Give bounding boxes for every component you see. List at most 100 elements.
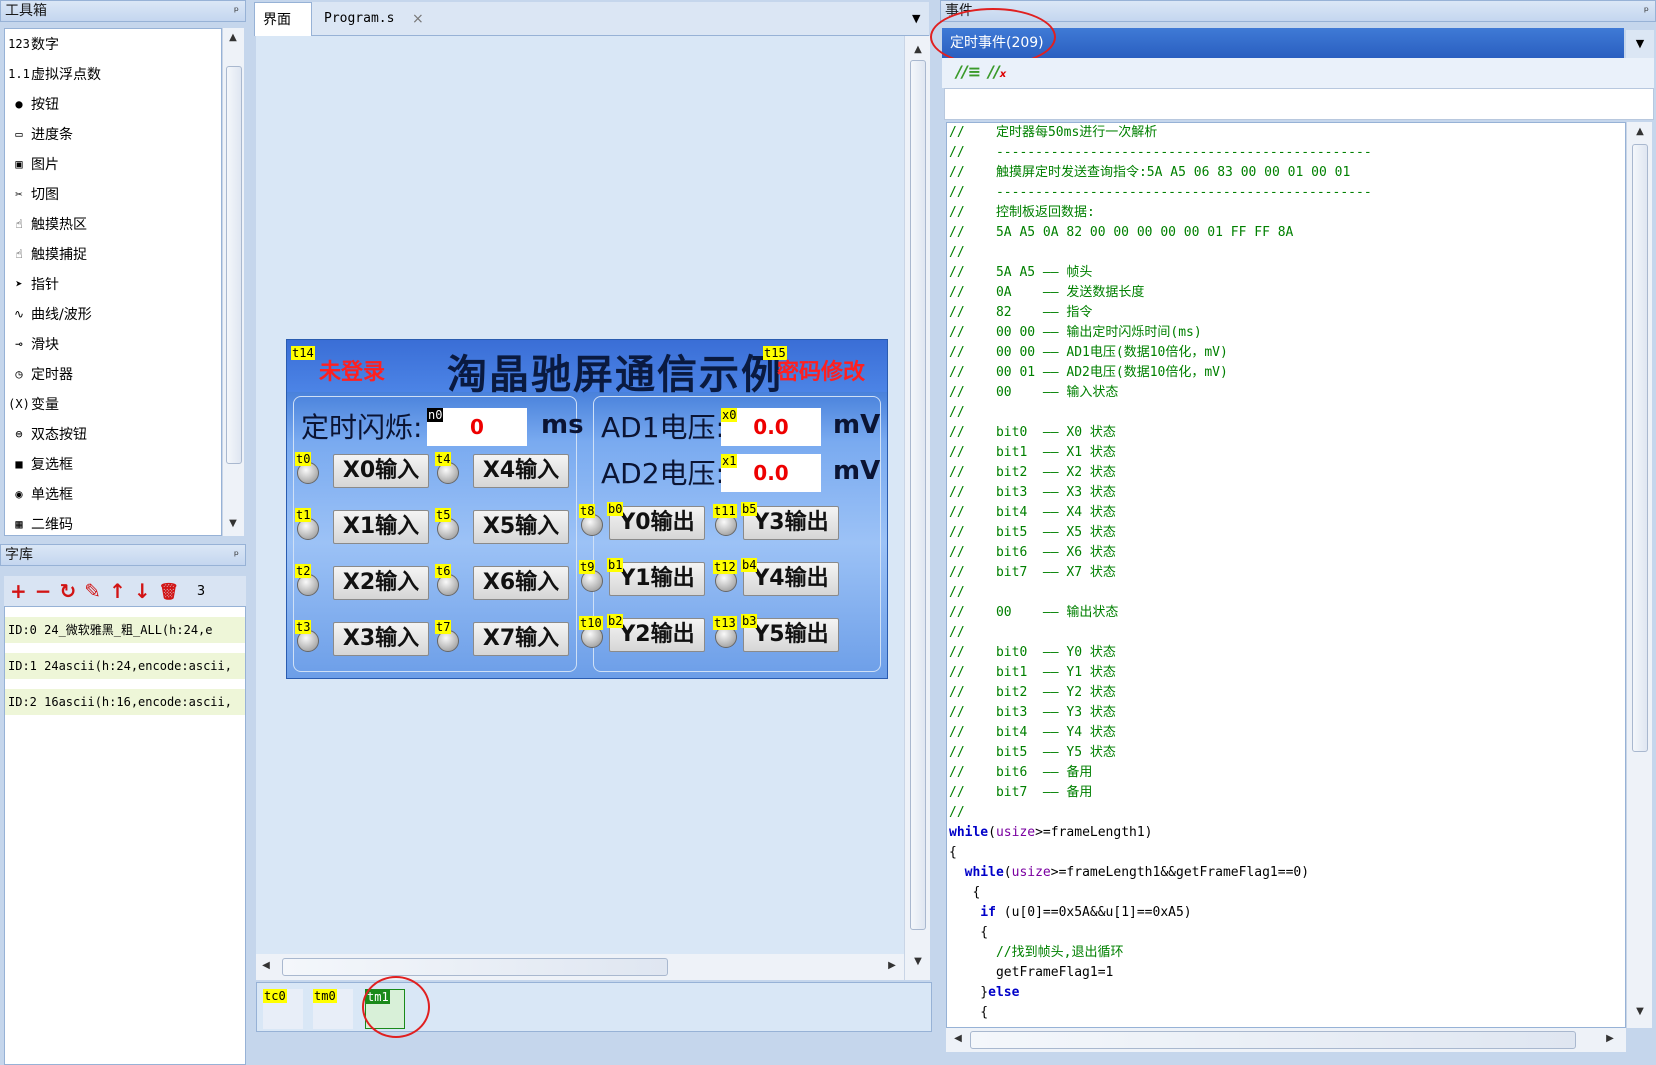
toolbox-item[interactable]: 1.1 虚拟浮点数 [5, 59, 221, 89]
scroll-thumb[interactable] [1632, 144, 1648, 752]
timer-strip: tc0 tm0 tm1 [256, 982, 932, 1032]
tabs-dropdown-icon[interactable]: ▼ [904, 2, 928, 36]
toolbox-item[interactable]: ➤ 指针 [5, 269, 221, 299]
code-line: // 00 01 —— AD2电压(数据10倍化，mV) [949, 365, 1228, 380]
input-button[interactable]: X6输入 [473, 566, 569, 600]
pin-icon[interactable]: ᵖ [234, 545, 239, 565]
scroll-left-icon[interactable]: ◀ [950, 1033, 966, 1044]
code-token: getFrameFlag1=1 [949, 965, 1114, 980]
canvas-vscroll[interactable]: ▲ ▼ [904, 36, 930, 980]
timer-tm0[interactable]: tm0 [313, 989, 353, 1029]
code-line: // bit1 —— Y1 状态 [949, 665, 1116, 680]
scroll-left-icon[interactable]: ◀ [258, 960, 274, 971]
scroll-thumb[interactable] [970, 1031, 1576, 1049]
code-editor[interactable]: // 定时器每50ms进行一次解析 // --------------------… [946, 122, 1626, 1028]
toolbox-title: 工具箱 [5, 3, 47, 19]
scroll-down-icon[interactable]: ▼ [1632, 1006, 1648, 1017]
toolbox-item[interactable]: ■ 复选框 [5, 449, 221, 479]
toolbox-item[interactable]: ◉ 单选框 [5, 479, 221, 509]
edit-icon[interactable]: ✎ [84, 579, 101, 603]
code-vscroll[interactable]: ▲ ▼ [1626, 122, 1652, 1028]
code-line: // bit3 —— X3 状态 [949, 485, 1116, 500]
toolbox-item[interactable]: (X) 变量 [5, 389, 221, 419]
ms-unit: ms [541, 410, 584, 440]
output-button-tag: b1 [607, 558, 624, 572]
scroll-up-icon[interactable]: ▲ [910, 44, 926, 55]
toolbox-item[interactable]: ▭ 进度条 [5, 119, 221, 149]
event-blank-field[interactable] [944, 88, 1654, 120]
font-row[interactable]: ID:1 24ascii(h:24,encode:ascii, [5, 653, 245, 679]
tool-icon: ◷ [15, 367, 23, 381]
input-tag: t0 [295, 452, 312, 466]
pin-icon[interactable]: ᵖ [1644, 1, 1649, 21]
toolbox-scrollbar[interactable]: ▲ ▼ [222, 28, 244, 536]
code-line: // bit6 —— 备用 [949, 765, 1093, 780]
pin-icon[interactable]: ᵖ [234, 1, 239, 21]
toolbox-item[interactable]: ▦ 二维码 [5, 509, 221, 535]
toolbox-item[interactable]: ▣ 图片 [5, 149, 221, 179]
fontlib-title-bar: 字库 ᵖ [0, 544, 246, 566]
mv-unit: mV [833, 456, 881, 486]
canvas-hscroll[interactable]: ◀ ▶ [256, 954, 904, 980]
font-row[interactable]: ID:2 16ascii(h:16,encode:ascii, [5, 689, 245, 715]
code-token: { [949, 885, 981, 900]
code-line: // 控制板返回数据: [949, 205, 1095, 220]
event-dropdown-icon[interactable]: ▼ [1626, 30, 1654, 58]
toolbox-item[interactable]: ⊜ 双态按钮 [5, 419, 221, 449]
toolbox-item-label: 触摸热区 [31, 217, 87, 233]
code-line: if (u[0]==0x5A&&u[1]==0xA5) [947, 903, 1625, 923]
scroll-right-icon[interactable]: ▶ [1602, 1033, 1618, 1044]
close-icon[interactable]: × [404, 2, 432, 36]
refresh-icon[interactable]: ↻ [60, 579, 77, 603]
scroll-right-icon[interactable]: ▶ [884, 960, 900, 971]
tab-program[interactable]: Program.s [316, 2, 402, 36]
input-tag: t3 [295, 620, 312, 634]
scroll-thumb[interactable] [910, 60, 926, 930]
input-button[interactable]: X2输入 [333, 566, 429, 600]
code-token: ( [1003, 865, 1012, 880]
output-button-tag: b4 [741, 558, 758, 572]
input-button[interactable]: X1输入 [333, 510, 429, 544]
input-button[interactable]: X7输入 [473, 622, 569, 656]
add-icon[interactable]: + [10, 579, 27, 603]
password-change-text[interactable]: 密码修改 [777, 354, 865, 386]
toolbox-item[interactable]: ✂ 切图 [5, 179, 221, 209]
move-up-icon[interactable]: ↑ [109, 579, 126, 603]
toolbox-item[interactable]: 123 数字 [5, 29, 221, 59]
move-down-icon[interactable]: ↓ [134, 579, 151, 603]
scroll-down-icon[interactable]: ▼ [225, 518, 241, 529]
toolbox-item-label: 双态按钮 [31, 427, 87, 443]
code-token: (u[0]==0x5A&&u[1]==0xA5) [995, 905, 1192, 920]
toolbox-item[interactable]: ● 按钮 [5, 89, 221, 119]
remove-icon[interactable]: − [35, 579, 52, 603]
comment-icon[interactable]: //≡ [956, 62, 981, 81]
tool-icon: ▭ [15, 127, 23, 141]
uncomment-icon[interactable]: //x [988, 62, 1006, 81]
input-tag: t2 [295, 564, 312, 578]
input-button[interactable]: X3输入 [333, 622, 429, 656]
scroll-up-icon[interactable]: ▲ [225, 32, 241, 43]
delete-icon[interactable]: 🗑 [159, 582, 179, 601]
scroll-down-icon[interactable]: ▼ [910, 956, 926, 967]
toolbox-item[interactable]: ⊸ 滑块 [5, 329, 221, 359]
code-line: // 00 00 —— AD1电压(数据10倍化，mV) [949, 345, 1228, 360]
toolbox-item[interactable]: ◷ 定时器 [5, 359, 221, 389]
editor-tabs: 界面 Program.s × ▼ [254, 2, 929, 36]
timer-tc0[interactable]: tc0 [263, 989, 303, 1029]
input-button[interactable]: X0输入 [333, 454, 429, 488]
toolbox-item[interactable]: ☝ 触摸捕捉 [5, 239, 221, 269]
scroll-thumb[interactable] [226, 66, 242, 464]
input-button[interactable]: X4输入 [473, 454, 569, 488]
scroll-thumb[interactable] [282, 958, 668, 976]
tab-screen[interactable]: 界面 [254, 2, 312, 36]
toolbox-item[interactable]: ∿ 曲线/波形 [5, 299, 221, 329]
code-line: // bit7 —— X7 状态 [949, 565, 1116, 580]
scroll-up-icon[interactable]: ▲ [1632, 126, 1648, 137]
events-title-bar: 事件 ᵖ [940, 0, 1656, 22]
code-token: >=frameLength1) [1035, 825, 1153, 840]
toolbox-item[interactable]: ☝ 触摸热区 [5, 209, 221, 239]
code-hscroll[interactable]: ◀ ▶ [946, 1028, 1626, 1052]
not-logged-text[interactable]: 未登录 [319, 354, 385, 386]
font-row[interactable]: ID:0 24_微软雅黑_粗_ALL(h:24,e [5, 617, 245, 643]
input-button[interactable]: X5输入 [473, 510, 569, 544]
